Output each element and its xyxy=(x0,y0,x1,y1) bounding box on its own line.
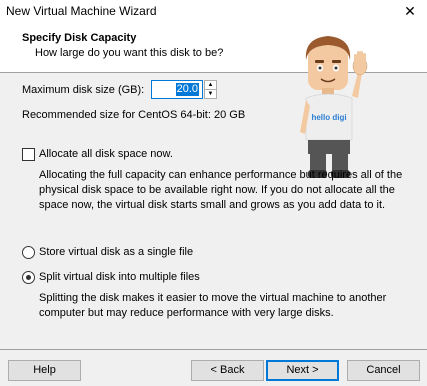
split-files-label[interactable]: Split virtual disk into multiple files xyxy=(39,271,200,283)
split-description: Splitting the disk makes it easier to mo… xyxy=(39,292,387,319)
footer-divider xyxy=(0,349,427,350)
disk-size-label: Maximum disk size (GB): xyxy=(22,84,145,96)
allocate-label[interactable]: Allocate all disk space now. xyxy=(39,148,173,160)
page-subtitle: How large do you want this disk to be? xyxy=(35,47,224,59)
page-title: Specify Disk Capacity xyxy=(22,32,137,44)
recommended-size-text: Recommended size for CentOS 64-bit: 20 G… xyxy=(22,109,246,121)
allocate-description: Allocating the full capacity can enhance… xyxy=(39,169,403,211)
single-file-label[interactable]: Store virtual disk as a single file xyxy=(39,246,193,258)
disk-size-spin-buttons[interactable]: ▲ ▼ xyxy=(204,80,217,99)
mascot-illustration: hello digi xyxy=(300,36,368,178)
single-file-radio[interactable] xyxy=(22,246,35,259)
window-title: New Virtual Machine Wizard xyxy=(6,4,157,18)
next-button[interactable]: Next > xyxy=(266,360,339,381)
close-icon[interactable]: ✕ xyxy=(393,0,427,23)
mascot-shirt-text: hello digi xyxy=(311,113,346,122)
waving-hand-icon xyxy=(352,51,368,76)
allocate-checkbox[interactable] xyxy=(22,148,35,161)
disk-size-stepper[interactable]: 20.0 ▲ ▼ xyxy=(151,80,217,99)
back-button[interactable]: < Back xyxy=(191,360,264,381)
decrement-icon[interactable]: ▼ xyxy=(205,90,216,99)
title-bar: New Virtual Machine Wizard ✕ xyxy=(0,0,427,23)
split-files-radio[interactable] xyxy=(22,271,35,284)
cancel-button[interactable]: Cancel xyxy=(347,360,420,381)
radio-selected-dot xyxy=(26,275,31,280)
disk-size-value[interactable]: 20.0 xyxy=(175,83,199,96)
increment-icon[interactable]: ▲ xyxy=(205,81,216,90)
help-button[interactable]: Help xyxy=(8,360,81,381)
disk-size-input[interactable]: 20.0 xyxy=(151,80,203,99)
